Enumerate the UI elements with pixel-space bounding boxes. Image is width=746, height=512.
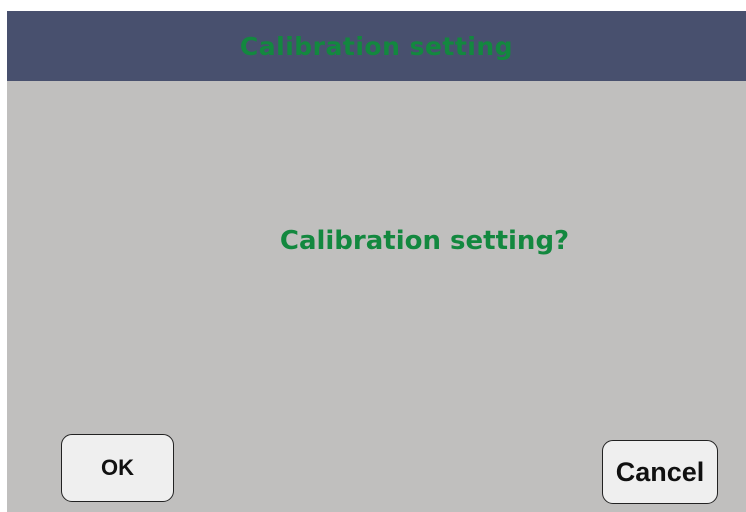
- title-bar: Calibration setting: [7, 11, 746, 81]
- confirmation-message: Calibration setting?: [279, 226, 570, 256]
- ok-button-label: OK: [101, 455, 134, 480]
- ok-button[interactable]: OK: [61, 434, 174, 502]
- cancel-button[interactable]: Cancel: [602, 440, 718, 504]
- page-title: Calibration setting: [239, 31, 514, 61]
- cancel-button-label: Cancel: [615, 456, 705, 487]
- calibration-dialog-screen: Calibration setting Calibration setting?…: [7, 11, 746, 512]
